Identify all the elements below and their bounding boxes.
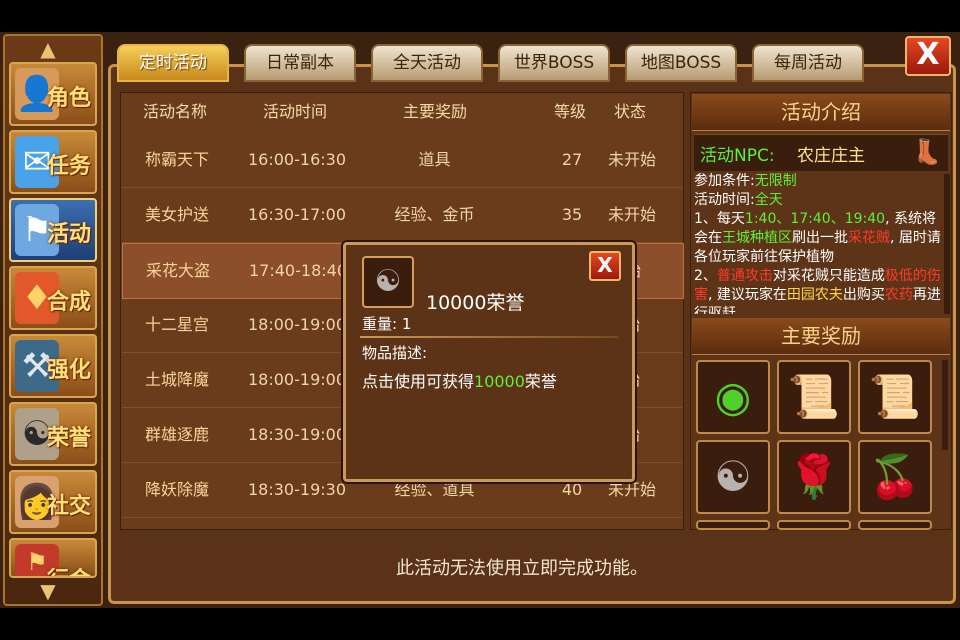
sidebar-item-honor[interactable]: ☯ 荣誉 <box>9 402 97 466</box>
activity-time: 18:30-19:30 <box>248 480 346 499</box>
tab-all-day-activity[interactable]: 全天活动 <box>371 44 483 82</box>
sidebar-item-label: 社交 <box>46 494 91 519</box>
popup-desc-label: 物品描述: <box>362 344 428 362</box>
popup-desc-text: 点击使用可获得10000荣誉 <box>362 372 557 391</box>
sidebar-down-arrow-icon[interactable]: ▼ <box>28 580 68 602</box>
activity-time: 16:30-17:00 <box>248 205 346 224</box>
activity-time: 17:40-18:40 <box>249 261 347 280</box>
column-header-name: 活动名称 <box>142 102 207 121</box>
activity-time: 18:00-19:00 <box>248 370 346 389</box>
bottom-message: 此活动无法使用立即完成功能。 <box>396 558 648 579</box>
activity-reward: 经验、金币 <box>394 205 475 224</box>
activity-name: 群雄逐鹿 <box>144 425 209 444</box>
popup-divider <box>360 336 618 338</box>
npc-name[interactable]: 农庄庄主 <box>797 141 865 166</box>
close-button[interactable]: X <box>905 36 951 76</box>
activity-name: 称霸天下 <box>144 150 209 169</box>
activity-reward: 道具 <box>418 150 451 169</box>
blue-scroll-icon[interactable]: 📜 <box>858 360 932 434</box>
table-row[interactable]: 称霸天下 16:00-16:30 道具 27 未开始 <box>122 133 682 188</box>
sidebar-up-arrow-icon[interactable]: ▲ <box>28 38 68 60</box>
sidebar-item-label: 任务 <box>46 154 91 179</box>
winged-boot-icon[interactable]: 👢 <box>912 138 942 166</box>
detail-title: 活动介绍 <box>692 94 950 131</box>
sidebar-item-label: 强化 <box>46 358 91 383</box>
reward-slot[interactable] <box>858 520 932 530</box>
red-scroll-icon[interactable]: 📜 <box>777 360 851 434</box>
activity-name: 美女护送 <box>144 205 209 224</box>
tab-map-boss[interactable]: 地图BOSS <box>625 44 737 82</box>
sidebar-item-label: 角色 <box>46 86 91 111</box>
popup-close-button[interactable]: X <box>589 251 621 281</box>
sidebar-item-label: 合成 <box>46 290 91 315</box>
activity-name: 土城降魔 <box>144 370 209 389</box>
column-header-status: 状态 <box>613 102 646 121</box>
berry-branch-icon[interactable]: 🍒 <box>858 440 932 514</box>
sidebar-item-enhance[interactable]: ⚒ 强化 <box>9 334 97 398</box>
sidebar-item-quest[interactable]: ✉ 任务 <box>9 130 97 194</box>
sidebar-item-synthesis[interactable]: ♦ 合成 <box>9 266 97 330</box>
column-header-level: 等级 <box>553 102 586 121</box>
description-scrollbar[interactable] <box>944 174 950 314</box>
sidebar-item-label: 行会 <box>47 562 91 576</box>
activity-time: 18:30-19:00 <box>248 425 346 444</box>
popup-weight: 重量: 1 <box>362 315 412 333</box>
reward-slot[interactable] <box>696 520 770 530</box>
activity-level: 35 <box>561 205 583 224</box>
sidebar-item-label: 荣誉 <box>46 426 91 451</box>
activity-name: 十二星宫 <box>144 315 209 334</box>
yinyang-star-icon: ☯ <box>362 256 414 308</box>
sidebar-item-social[interactable]: 👩 社交 <box>9 470 97 534</box>
activity-time: 16:00-16:30 <box>248 150 346 169</box>
rewards-title: 主要奖励 <box>692 318 950 355</box>
activity-description: 参加条件:无限制 活动时间:全天 1、每天1:40、17:40、19:40, 系… <box>694 173 941 314</box>
yinyang-star-icon[interactable]: ☯ <box>696 440 770 514</box>
tab-weekly-activity[interactable]: 每周活动 <box>752 44 864 82</box>
activity-status: 未开始 <box>607 150 656 169</box>
rewards-scrollbar[interactable] <box>942 360 948 450</box>
table-row[interactable]: 美女护送 16:30-17:00 经验、金币 35 未开始 <box>122 188 682 243</box>
column-header-time: 活动时间 <box>262 102 327 121</box>
popup-item-name: 10000荣誉 <box>426 292 525 314</box>
red-rose-icon[interactable]: 🌹 <box>777 440 851 514</box>
activity-status: 未开始 <box>607 205 656 224</box>
tab-daily-dungeon[interactable]: 日常副本 <box>244 44 356 82</box>
reward-slot[interactable] <box>777 520 851 530</box>
activity-name: 采花大盗 <box>145 261 210 280</box>
activity-time: 18:00-19:00 <box>248 315 346 334</box>
sidebar-item-label: 活动 <box>46 222 91 247</box>
column-header-reward: 主要奖励 <box>402 102 467 121</box>
sidebar-item-guild[interactable]: ⚑ 行会 <box>9 538 97 578</box>
sidebar-item-character[interactable]: 👤 角色 <box>9 62 97 126</box>
npc-label: 活动NPC: <box>700 146 775 166</box>
activity-name: 降妖除魔 <box>144 480 209 499</box>
sidebar-item-activity[interactable]: ⚑ 活动 <box>9 198 97 262</box>
tab-world-boss[interactable]: 世界BOSS <box>498 44 610 82</box>
green-orb-icon[interactable]: ◉ <box>696 360 770 434</box>
activity-level: 27 <box>561 150 583 169</box>
tab-timed-activity[interactable]: 定时活动 <box>117 44 229 82</box>
